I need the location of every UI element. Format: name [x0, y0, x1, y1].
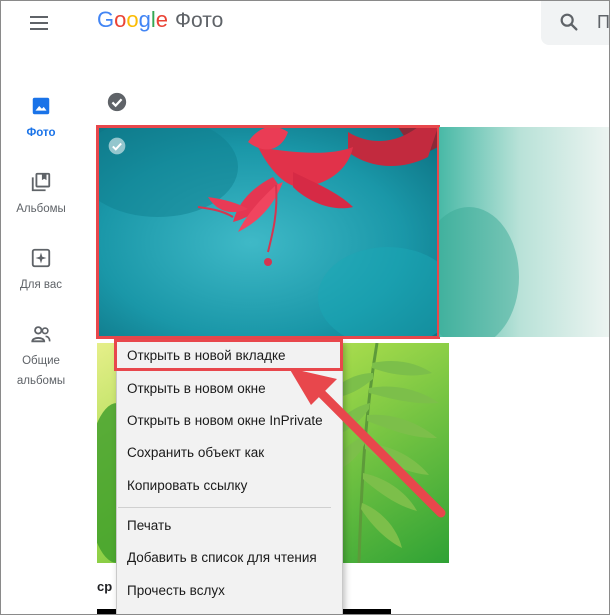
hamburger-bar [30, 16, 48, 18]
albums-icon [31, 172, 51, 192]
menu-item-save-as[interactable]: Сохранить объект как [127, 445, 264, 460]
select-all-checkbox[interactable] [106, 91, 128, 113]
logo-letter: e [155, 7, 169, 32]
sidebar-item-albums[interactable]: Альбомы [1, 171, 81, 219]
logo-letter: o [114, 7, 127, 32]
mint-image [439, 127, 609, 337]
photo-thumbnail-flower[interactable] [96, 125, 440, 339]
menu-item-read-aloud[interactable]: Прочесть вслух [127, 583, 225, 598]
main-menu-button[interactable] [23, 11, 55, 35]
product-name: Фото [175, 9, 224, 32]
hamburger-bar [30, 22, 48, 24]
sidebar-item-label: Фото [26, 127, 56, 139]
sidebar-item-photos[interactable]: Фото [1, 95, 81, 143]
menu-highlight-box [114, 339, 343, 371]
for-you-icon [31, 248, 51, 268]
search-placeholder: П [597, 12, 610, 32]
menu-item-add-reading-list[interactable]: Добавить в список для чтения [127, 550, 317, 565]
sidebar-item-label: Альбомы [16, 203, 66, 215]
hamburger-bar [30, 28, 48, 30]
menu-item-print[interactable]: Печать [127, 518, 171, 533]
photo-icon [32, 97, 50, 115]
photo-select-checkbox[interactable] [107, 136, 127, 156]
flower-image [98, 127, 438, 337]
logo-letter: g [138, 7, 151, 32]
sidebar-item-shared-albums[interactable]: Общие альбомы [1, 323, 81, 391]
google-photos-logo[interactable]: Google Фото [97, 7, 223, 33]
shared-albums-icon [31, 326, 51, 343]
menu-separator [118, 507, 331, 508]
menu-item-open-inprivate[interactable]: Открыть в новом окне InPrivate [127, 413, 323, 428]
logo-letter: G [97, 7, 115, 32]
context-menu: Открыть в новой вкладке Открыть в новом … [116, 340, 343, 614]
section-date-caption: ср [97, 579, 113, 594]
browser-page: Google Фото П Фото Альбомы Для вас Общие… [0, 0, 610, 615]
logo-letter: o [126, 7, 139, 32]
search-icon[interactable] [558, 11, 580, 33]
menu-item-open-new-window[interactable]: Открыть в новом окне [127, 381, 266, 396]
sidebar-item-label: Для вас [19, 279, 63, 291]
sidebar-item-for-you[interactable]: Для вас [1, 247, 81, 295]
menu-item-copy-link[interactable]: Копировать ссылку [127, 478, 247, 493]
photo-thumbnail-mint[interactable] [439, 127, 609, 337]
sidebar-item-label: Общие альбомы [16, 355, 66, 387]
